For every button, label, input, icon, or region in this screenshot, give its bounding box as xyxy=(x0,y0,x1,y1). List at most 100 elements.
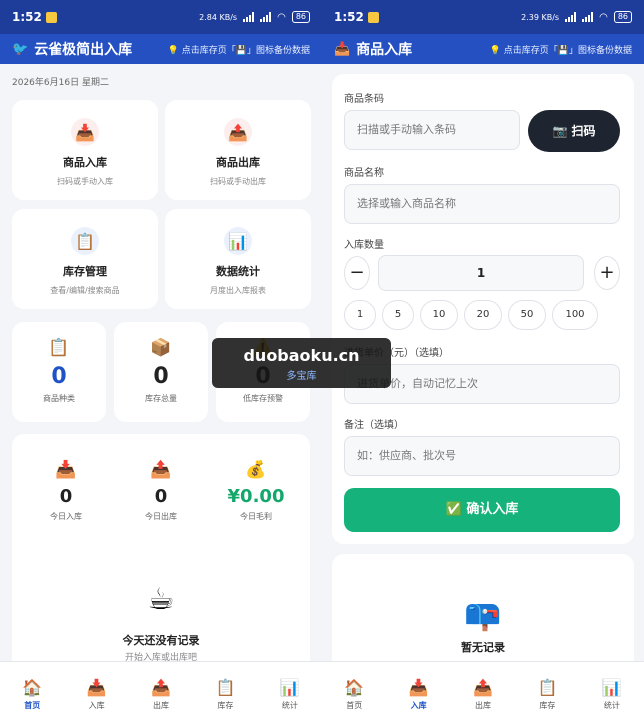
house-icon: 🏠 xyxy=(344,678,365,697)
network-speed: 2.84 KB/s xyxy=(199,12,238,22)
bottom-tab-bar: 🏠 首页 📥 入库 📤 出库 📋 库存 📊 统计 xyxy=(322,661,644,719)
watermark: duobaoku.cn 多宝库 xyxy=(212,338,391,388)
quick-qty-100[interactable]: 100 xyxy=(552,300,598,330)
battery-icon: 86 xyxy=(291,11,310,23)
tab-inbound[interactable]: 📥 入库 xyxy=(386,662,450,719)
bottom-tab-bar: 🏠 首页 📥 入库 📤 出库 📋 库存 📊 统计 xyxy=(0,661,322,719)
outbox-tray-icon: 📤 xyxy=(150,460,172,480)
today-profit: 💰 ¥0.00 今日毛利 xyxy=(208,460,304,522)
quick-qty-1[interactable]: 1 xyxy=(344,300,376,330)
watermark-name: 多宝库 xyxy=(286,371,317,382)
note-input[interactable]: 如：供应商、批次号 xyxy=(344,436,620,476)
action-title: 库存管理 xyxy=(63,265,107,278)
inbound-form: 商品条码 扫描或手动输入条码 📷 扫码 商品名称 选择或输入商品名称 入库数量 … xyxy=(332,74,634,544)
clipboard-icon: 📋 xyxy=(48,338,70,358)
action-subtitle: 查看/编辑/搜索商品 xyxy=(50,286,120,295)
watermark-domain: duobaoku.cn xyxy=(243,346,360,365)
today-label: 今日毛利 xyxy=(240,512,272,521)
tab-home[interactable]: 🏠 首页 xyxy=(0,662,64,719)
wifi-icon: ◠ xyxy=(277,11,286,23)
package-icon: 📦 xyxy=(150,338,172,358)
tab-statistics[interactable]: 📊 统计 xyxy=(580,662,644,719)
note-label: 备注（选填） xyxy=(344,420,404,431)
sim-icon xyxy=(367,11,379,23)
inbox-tray-icon: 📥 xyxy=(55,460,77,480)
bar-chart-icon: 📊 xyxy=(279,678,300,697)
bird-logo-icon: 🐦 xyxy=(12,41,29,57)
page-title: 商品入库 xyxy=(356,42,413,58)
inbound-action-card[interactable]: 📥 商品入库 扫码或手动入库 xyxy=(12,100,158,200)
mailbox-icon: 📪 xyxy=(464,598,502,633)
inbox-tray-icon: 📥 xyxy=(408,678,429,697)
tab-inventory[interactable]: 📋 库存 xyxy=(515,662,579,719)
quantity-input[interactable]: 1 xyxy=(378,255,584,291)
status-time: 1:52 xyxy=(334,10,364,24)
records-card: 📪 暂无记录 xyxy=(332,554,634,674)
today-summary-card: 📥 0 今日入库 📤 0 今日出库 💰 ¥0.00 今日毛利 ☕ 今天还没有记录… xyxy=(12,434,310,674)
action-subtitle: 月度出入库报表 xyxy=(210,286,266,295)
app-title: 云雀极简出入库 xyxy=(34,42,133,58)
tab-label: 入库 xyxy=(410,701,427,710)
stat-label: 低库存预警 xyxy=(243,394,283,403)
backup-hint: 💡 点击库存页「💾」图标备份数据 xyxy=(167,45,310,56)
sim-icon xyxy=(45,11,57,23)
tab-statistics[interactable]: 📊 统计 xyxy=(258,662,322,719)
product-types-stat: 📋 0 商品种类 xyxy=(12,322,106,422)
inventory-action-card[interactable]: 📋 库存管理 查看/编辑/搜索商品 xyxy=(12,209,158,309)
action-title: 商品出库 xyxy=(216,156,260,169)
inbox-tray-icon: 📥 xyxy=(334,41,351,57)
today-value: 0 xyxy=(154,486,168,507)
inbox-tray-icon: 📥 xyxy=(86,678,107,697)
barcode-input[interactable]: 扫描或手动输入条码 xyxy=(344,110,520,150)
outbox-tray-icon: 📤 xyxy=(473,678,493,697)
action-title: 商品入库 xyxy=(63,156,107,169)
tab-inbound[interactable]: 📥 入库 xyxy=(64,662,128,719)
signal-icon-2 xyxy=(582,12,594,22)
quick-qty-10[interactable]: 10 xyxy=(420,300,458,330)
tab-label: 首页 xyxy=(346,701,363,710)
money-bag-icon: 💰 xyxy=(245,460,267,480)
tab-home[interactable]: 🏠 首页 xyxy=(322,662,386,719)
empty-title: 今天还没有记录 xyxy=(122,634,200,647)
tab-outbound[interactable]: 📤 出库 xyxy=(451,662,515,719)
coffee-cup-icon: ☕ xyxy=(147,582,175,617)
today-label: 今日出库 xyxy=(145,512,177,521)
statistics-action-card[interactable]: 📊 数据统计 月度出入库报表 xyxy=(165,209,311,309)
clipboard-icon: 📋 xyxy=(215,678,236,697)
stat-value: 0 xyxy=(153,364,169,389)
clipboard-icon: 📋 xyxy=(71,227,99,255)
tab-label: 库存 xyxy=(217,701,234,710)
decrement-button[interactable]: − xyxy=(344,256,370,290)
backup-hint: 💡 点击库存页「💾」图标备份数据 xyxy=(489,45,632,56)
tab-outbound[interactable]: 📤 出库 xyxy=(129,662,193,719)
outbound-action-card[interactable]: 📤 商品出库 扫码或手动出库 xyxy=(165,100,311,200)
clipboard-icon: 📋 xyxy=(537,678,558,697)
tab-label: 首页 xyxy=(24,701,41,710)
barcode-label: 商品条码 xyxy=(344,94,384,105)
status-bar: 1:52 2.39 KB/s ◠ 86 xyxy=(322,0,644,34)
action-title: 数据统计 xyxy=(216,265,260,278)
tab-label: 库存 xyxy=(539,701,556,710)
quick-qty-50[interactable]: 50 xyxy=(508,300,546,330)
records-empty-text: 暂无记录 xyxy=(461,641,505,654)
network-speed: 2.39 KB/s xyxy=(521,12,560,22)
tab-inventory[interactable]: 📋 库存 xyxy=(193,662,257,719)
scan-button[interactable]: 📷 扫码 xyxy=(528,110,620,152)
total-stock-stat: 📦 0 库存总量 xyxy=(114,322,208,422)
product-name-input[interactable]: 选择或输入商品名称 xyxy=(344,184,620,224)
wifi-icon: ◠ xyxy=(599,11,608,23)
confirm-inbound-button[interactable]: ✅ 确认入库 xyxy=(344,488,620,532)
quick-qty-5[interactable]: 5 xyxy=(382,300,414,330)
tab-label: 统计 xyxy=(603,701,620,710)
house-icon: 🏠 xyxy=(22,678,43,697)
quick-qty-20[interactable]: 20 xyxy=(464,300,502,330)
today-outbound: 📤 0 今日出库 xyxy=(113,460,209,522)
tab-label: 入库 xyxy=(88,701,105,710)
tab-label: 统计 xyxy=(281,701,298,710)
status-time: 1:52 xyxy=(12,10,42,24)
bar-chart-icon: 📊 xyxy=(601,678,622,697)
inbox-tray-icon: 📥 xyxy=(71,118,99,146)
status-bar: 1:52 2.84 KB/s ◠ 86 xyxy=(0,0,322,34)
signal-icon xyxy=(565,12,577,22)
increment-button[interactable]: + xyxy=(594,256,620,290)
